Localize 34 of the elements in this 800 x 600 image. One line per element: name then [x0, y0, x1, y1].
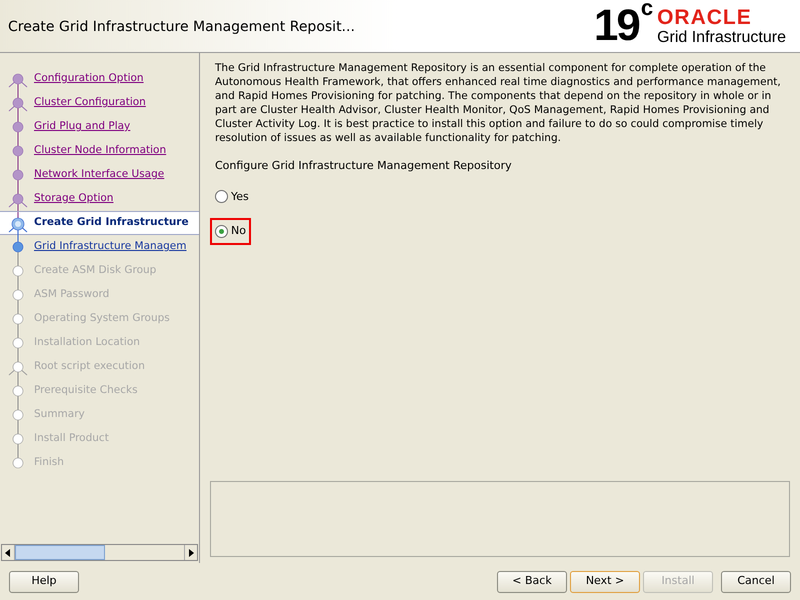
- step-link[interactable]: Storage Option: [34, 191, 114, 207]
- nav-button[interactable]: Next >: [570, 570, 640, 592]
- step-label: ASM Password: [34, 287, 110, 302]
- step-link[interactable]: Network Interface Usage: [34, 167, 164, 183]
- version-label: 19$^{c}$: [594, 4, 652, 48]
- step-link[interactable]: Cluster Configuration: [34, 95, 146, 111]
- step-link[interactable]: Cluster Node Information: [34, 143, 166, 159]
- step-link[interactable]: Configuration Option: [34, 71, 144, 87]
- right-arrow-icon[interactable]: [188, 548, 194, 556]
- radio-button[interactable]: [215, 224, 228, 238]
- step-label: Installation Location: [34, 335, 140, 350]
- product-name: Grid Infrastructure: [657, 30, 786, 46]
- current-step-label: Create Grid Infrastructure: [34, 215, 189, 230]
- description-text: The Grid Infrastructure Management Repository is an essential component for complete operation of the Autonomous Health Framework, that offers enhanced real time diagnostics and performance management, and Rapid Homes Provisioning for patching. The components that depend on the repository in whole or in part are Cluster Health Advisor, Cluster Health Monitor, QoS Management, Rapid Homes Provisioning and Cluster Activity Log. It is best practice to install this option and failure to do so could compromise timely resolution of issues as well as available functionality for patching.: [214, 61, 782, 145]
- step-label: Root script execution: [34, 359, 145, 374]
- step-label: Prerequisite Checks: [34, 383, 138, 398]
- step-label: Create ASM Disk Group: [34, 263, 156, 278]
- step-label: Install Product: [34, 431, 109, 446]
- left-arrow-icon[interactable]: [5, 548, 11, 556]
- step-label: Finish: [34, 455, 64, 470]
- step-link[interactable]: Grid Infrastructure Managem: [34, 239, 186, 255]
- brand-logo: ORACLE: [657, 6, 753, 28]
- question-label: Configure Grid Infrastructure Management Repository: [214, 158, 513, 174]
- scrollbar[interactable]: [1, 544, 198, 561]
- radio-button[interactable]: [215, 190, 228, 204]
- step-label: Summary: [34, 407, 85, 422]
- step-link[interactable]: Grid Plug and Play: [34, 119, 130, 135]
- step-label: Operating System Groups: [34, 311, 170, 326]
- option-label[interactable]: Yes: [231, 188, 249, 205]
- scrollbar-thumb[interactable]: [15, 545, 105, 560]
- window-title: Create Grid Infrastructure Management Reposit...: [8, 18, 355, 36]
- help-button[interactable]: Help: [9, 570, 79, 592]
- nav-button[interactable]: < Back: [497, 570, 567, 592]
- cancel-button[interactable]: Cancel: [721, 570, 791, 592]
